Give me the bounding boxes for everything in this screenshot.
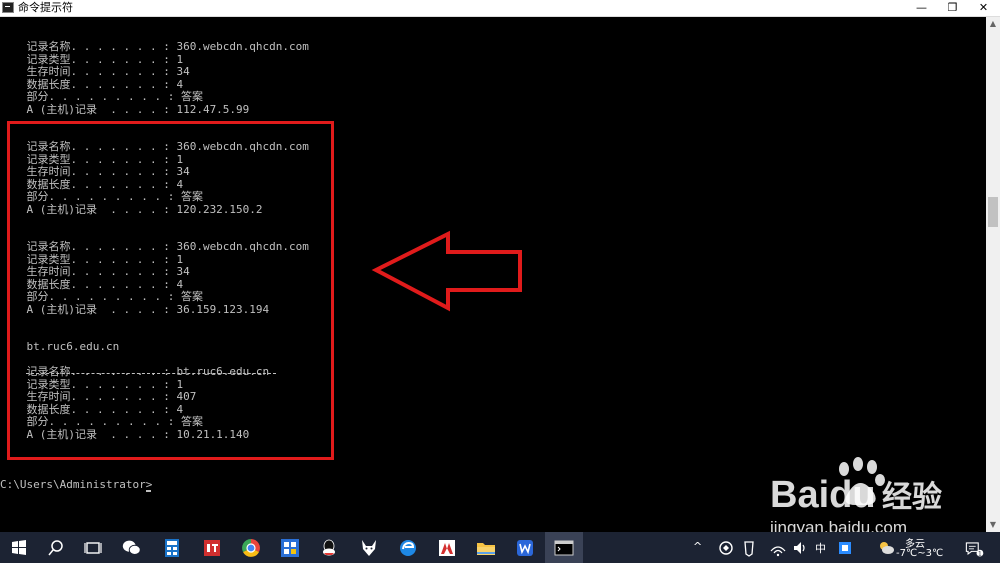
tray-shield-icon[interactable] <box>738 537 760 559</box>
volume-icon[interactable] <box>789 537 811 559</box>
chrome-icon[interactable] <box>240 537 262 559</box>
notification-center-icon[interactable]: 1 <box>963 537 985 559</box>
console-line: 生存时间. . . . . . . : 34 <box>0 65 190 78</box>
console-line: 记录名称. . . . . . . : 360.webcdn.qhcdn.com <box>0 40 309 53</box>
scroll-down-icon[interactable]: ▼ <box>986 518 1000 532</box>
calculator-icon[interactable] <box>161 537 183 559</box>
minimize-button[interactable]: — <box>906 0 937 16</box>
text-cursor <box>146 490 151 492</box>
command-prompt-icon[interactable] <box>553 537 575 559</box>
tray-app-icon[interactable] <box>715 537 737 559</box>
windows-start-icon[interactable] <box>8 537 30 559</box>
baidu-jingyan-watermark: Baidu 经验 jingyan.baidu.com <box>769 457 942 537</box>
watermark-brand: Baidu <box>770 474 876 516</box>
edge-browser-icon[interactable] <box>397 537 419 559</box>
ime-indicator[interactable]: 中 <box>815 540 826 556</box>
window-title: 命令提示符 <box>18 1 73 14</box>
weather-cloudy-icon <box>880 542 894 554</box>
vertical-scrollbar[interactable]: ▲ ▼ <box>986 17 1000 532</box>
wps-word-icon[interactable] <box>514 537 536 559</box>
console-line: 记录类型. . . . . . . : 1 <box>0 52 184 66</box>
app-red-icon[interactable] <box>201 537 223 559</box>
highlight-box <box>7 121 334 460</box>
console-line: A (主机)记录 . . . . : 112.47.5.99 <box>0 102 250 116</box>
console-line: 数据长度. . . . . . . : 4 <box>0 77 184 91</box>
close-button[interactable]: ✕ <box>968 0 999 16</box>
tray-blue-app-icon[interactable] <box>834 537 856 559</box>
qq-icon[interactable] <box>318 537 340 559</box>
task-view-icon[interactable] <box>82 537 104 559</box>
file-explorer-icon[interactable] <box>475 537 497 559</box>
console-line: 部分. . . . . . . . . : 答案 <box>0 90 203 103</box>
scroll-up-icon[interactable]: ▲ <box>986 17 1000 31</box>
pdf-reader-icon[interactable] <box>436 537 458 559</box>
grid-app-icon[interactable] <box>279 537 301 559</box>
tray-expand-icon[interactable]: ^ <box>693 540 702 553</box>
taskbar: ^ 中 1 <box>0 532 1000 563</box>
search-icon[interactable] <box>45 537 67 559</box>
cmd-icon <box>2 2 14 13</box>
wechat-icon[interactable] <box>121 537 143 559</box>
network-wifi-icon[interactable] <box>767 537 789 559</box>
maximize-button[interactable]: ❐ <box>937 0 968 16</box>
weather-temperature[interactable]: -7℃~3℃ <box>896 548 943 559</box>
fox-app-icon[interactable] <box>358 537 380 559</box>
console-line: C:\Users\Administrator> <box>0 477 153 491</box>
arrow-annotation <box>371 230 522 312</box>
watermark-jingyan: 经验 <box>882 480 942 514</box>
notification-count: 1 <box>978 552 982 558</box>
title-bar: 命令提示符 — ❐ ✕ <box>0 0 1000 17</box>
scroll-thumb[interactable] <box>988 197 998 227</box>
